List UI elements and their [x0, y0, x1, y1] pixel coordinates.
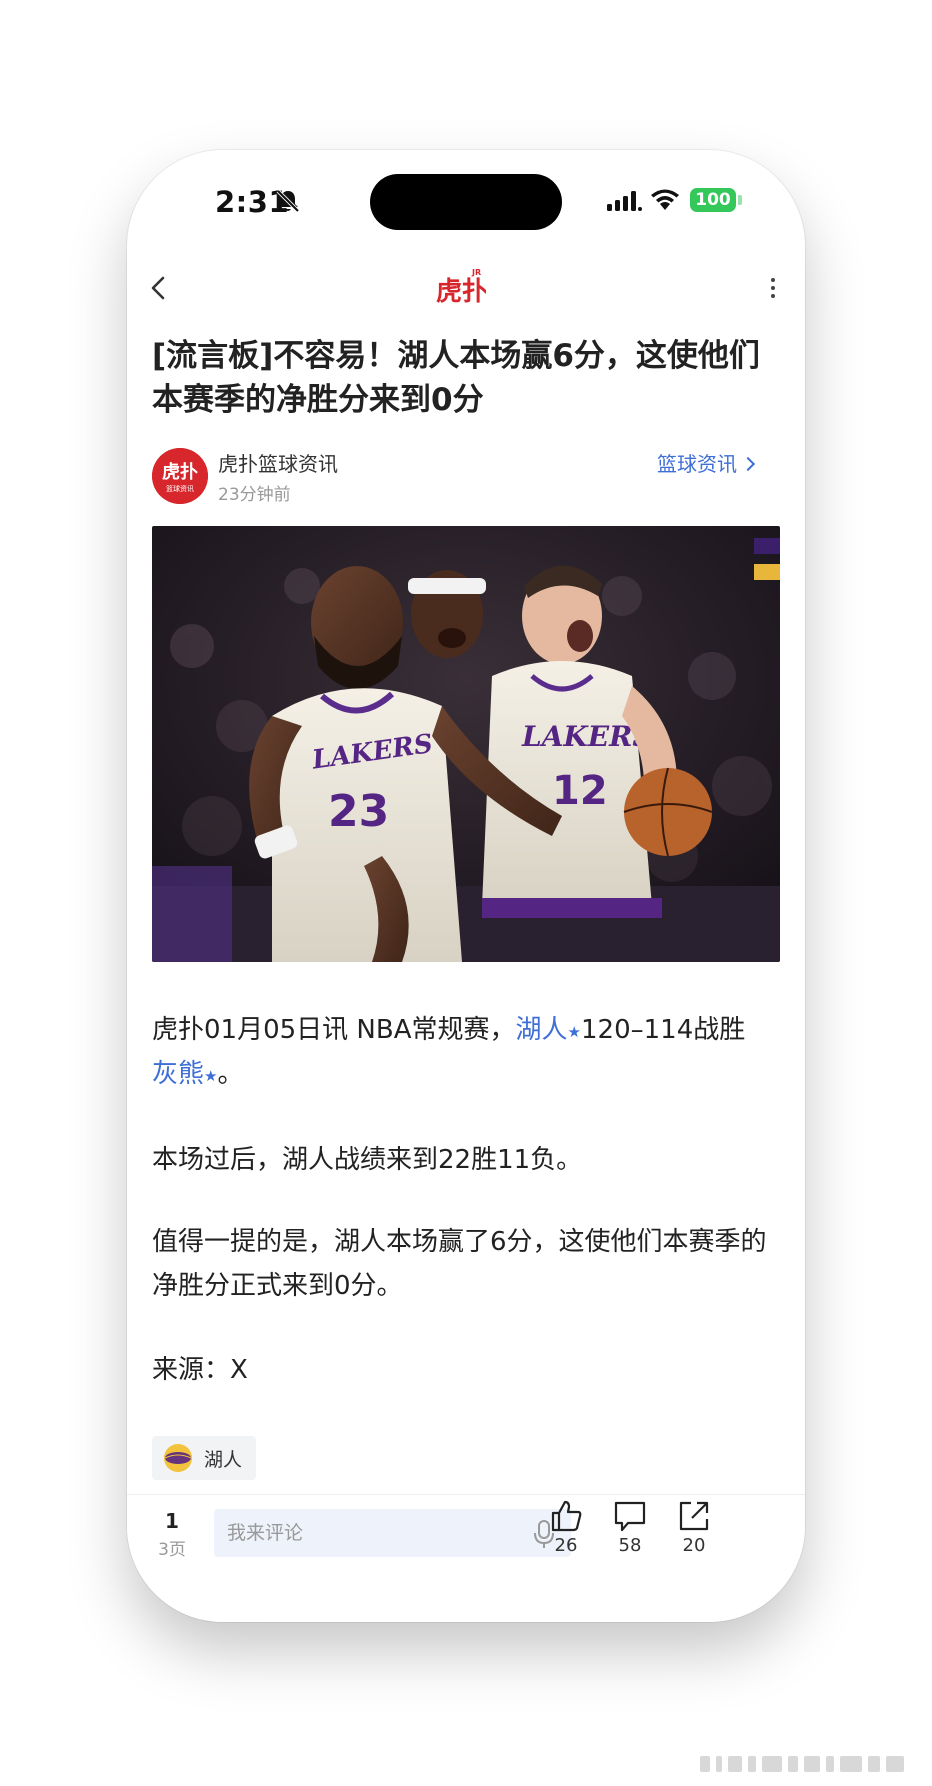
svg-text:虎扑: 虎扑 [162, 461, 198, 483]
comment-input[interactable] [214, 1509, 571, 1557]
svg-text:JR: JR [471, 268, 481, 277]
star-icon: ★ [204, 1067, 218, 1085]
wifi-icon [651, 189, 679, 210]
svg-text:篮球资讯: 篮球资讯 [166, 484, 194, 493]
article-photo[interactable]: LAKERS 12 LAKERS 23 [152, 526, 780, 962]
svg-text:23: 23 [328, 786, 389, 837]
nav-bar: 虎扑 JR [127, 250, 805, 340]
status-bar: 2:31 100 [127, 150, 805, 242]
category-label: 篮球资讯 [657, 452, 737, 476]
paragraph-source: 来源：X [152, 1355, 248, 1385]
svg-text:虎扑: 虎扑 [436, 277, 486, 307]
like-count: 26 [554, 1535, 578, 1556]
team-link-grizzlies[interactable]: 灰熊 [152, 1059, 204, 1089]
paragraph-record: 本场过后，湖人战绩来到22胜11负。 [152, 1145, 583, 1175]
star-icon: ★ [567, 1023, 581, 1041]
cellular-signal-icon [607, 191, 642, 211]
paragraph-net-points: 值得一提的是，湖人本场赢了6分，这使他们本赛季的净胜分正式来到0分。 [152, 1227, 767, 1301]
comment-bubble-icon [614, 1501, 646, 1532]
thumbs-up-icon [551, 1500, 582, 1532]
team-link-lakers[interactable]: 湖人 [516, 1015, 568, 1045]
like-button[interactable]: 26 [538, 1499, 594, 1556]
page-total[interactable]: 3页 [151, 1535, 193, 1560]
more-options-icon[interactable] [767, 272, 779, 304]
author-name[interactable]: 虎扑篮球资讯 [218, 448, 338, 477]
author-avatar-logo: 虎扑 篮球资讯 [152, 448, 208, 504]
comment-button[interactable]: 58 [602, 1499, 658, 1556]
hupu-logo: 虎扑 JR [436, 268, 486, 307]
comment-count: 58 [618, 1535, 642, 1556]
battery-indicator: 100 [690, 188, 736, 212]
share-button[interactable]: 20 [666, 1499, 722, 1556]
lakers-logo-icon [164, 1444, 192, 1472]
back-arrow-icon[interactable] [147, 272, 171, 304]
score-text: 120–114战胜 [580, 1015, 746, 1045]
share-count: 20 [682, 1535, 706, 1556]
tag-label: 湖人 [204, 1448, 243, 1471]
dynamic-island [370, 174, 562, 230]
share-icon [679, 1501, 709, 1531]
battery-tip [738, 195, 742, 205]
phone-frame: 2:31 100 虎扑 JR [流言板]不容易！湖人本场赢6分，这使他们本赛季的… [127, 150, 805, 1622]
category-link[interactable]: 篮球资讯 [657, 448, 756, 477]
article-title: [流言板]不容易！湖人本场赢6分，这使他们本赛季的净胜分来到0分 [152, 338, 760, 418]
bell-muted-icon [276, 189, 300, 213]
chevron-right-icon [740, 456, 756, 472]
bottom-action-bar: 1 3页 26 58 20 [127, 1494, 805, 1622]
paragraph-intro: 虎扑01月05日讯 NBA常规赛，湖人★120–114战胜 灰熊★。 [152, 1008, 792, 1096]
basketball-players-image: LAKERS 12 LAKERS 23 [152, 526, 780, 962]
page-current[interactable]: 1 [155, 1509, 189, 1533]
watermark-graphic [700, 1756, 904, 1772]
team-tag-lakers[interactable]: 湖人 [152, 1436, 257, 1480]
post-time: 23分钟前 [218, 485, 291, 505]
svg-text:12: 12 [552, 768, 608, 814]
period-text: 。 [217, 1059, 244, 1089]
author-avatar[interactable]: 虎扑 篮球资讯 [152, 448, 208, 504]
intro-text: 虎扑01月05日讯 NBA常规赛， [152, 1015, 516, 1045]
